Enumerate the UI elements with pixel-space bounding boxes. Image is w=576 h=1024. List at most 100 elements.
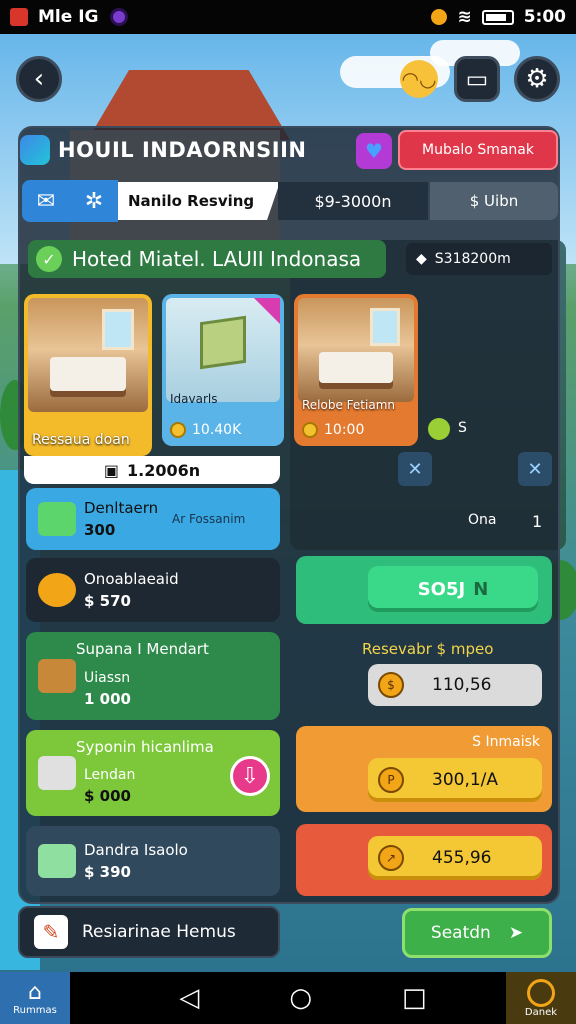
status-right: ≋ 5:00 bbox=[431, 7, 566, 27]
document-icon: ✉ bbox=[36, 188, 56, 214]
orange-value: 300,1/A bbox=[432, 770, 499, 790]
search-button[interactable]: Seatdn ➤ bbox=[402, 908, 552, 958]
hotel-section-price-value: S318200m bbox=[434, 251, 511, 267]
room-caption: Relobe Fetiamn bbox=[302, 398, 395, 412]
room-caption: Ressaua doan bbox=[32, 432, 130, 448]
promo-button[interactable]: Mubalo Smanak bbox=[398, 130, 558, 170]
coin-icon: P bbox=[378, 767, 404, 793]
reserve-value-box[interactable]: $ 110,56 bbox=[368, 664, 542, 706]
orange-label: S Inmaisk bbox=[472, 734, 540, 750]
home-nav-icon[interactable]: ○ bbox=[289, 983, 312, 1013]
orange-value-box[interactable]: P 300,1/A bbox=[368, 758, 542, 802]
arrow-right-icon: ➤ bbox=[508, 923, 524, 943]
room-price-value: 10:00 bbox=[324, 422, 365, 438]
green-action[interactable]: SO5J N bbox=[296, 556, 552, 624]
cash-icon bbox=[38, 756, 76, 790]
home-tab-label: Rummas bbox=[13, 1005, 57, 1016]
red-value: 455,96 bbox=[432, 848, 492, 868]
shield-icon: ◆ bbox=[416, 251, 427, 267]
profile-tab[interactable]: Danek bbox=[505, 972, 576, 1024]
menu-button[interactable]: ▭ bbox=[454, 56, 500, 102]
search-label: Seatdn bbox=[430, 923, 491, 943]
system-nav: ◁ ○ □ bbox=[179, 983, 426, 1013]
hotel-section-header: ✓ Hoted Miatel. LAUII Indonasa bbox=[28, 240, 386, 278]
hotel-section-title: Hoted Miatel. LAUII Indonasa bbox=[72, 247, 362, 271]
room-footer-value: 1.2006n bbox=[126, 460, 201, 480]
heart-icon: ♥ bbox=[365, 139, 383, 163]
room-card-1[interactable]: Ressaua doan bbox=[24, 294, 152, 456]
item-side: Ar Fossanim bbox=[172, 512, 246, 526]
coin-icon bbox=[170, 422, 186, 438]
profile-tab-label: Danek bbox=[524, 1006, 558, 1018]
room-caption: Idavarls bbox=[170, 392, 218, 406]
nav-bar: ⌂ Rummas ◁ ○ □ Danek bbox=[0, 972, 576, 1024]
app-badge-icon bbox=[110, 8, 129, 26]
home-tab[interactable]: ⌂ Rummas bbox=[0, 972, 70, 1024]
home-icon: ⌂ bbox=[28, 980, 42, 1005]
room-price: 10:00 bbox=[302, 422, 364, 438]
hammer-icon: ✎ bbox=[34, 915, 68, 949]
check-icon: ✓ bbox=[36, 246, 62, 272]
coin-icon: ↗ bbox=[378, 845, 404, 871]
item-value: $ 570 bbox=[84, 592, 131, 610]
red-value-box[interactable]: ↗ 455,96 bbox=[368, 836, 542, 880]
tab-active[interactable]: Nanilo Resving bbox=[118, 182, 280, 220]
tools-icon[interactable]: ✕ bbox=[398, 452, 432, 486]
coin-text: S bbox=[458, 420, 467, 436]
recents-nav-icon[interactable]: □ bbox=[402, 983, 427, 1013]
list-item-3[interactable]: Supana I Mendart Uiassn 1 000 bbox=[26, 632, 280, 720]
reserve-value: 110,56 bbox=[432, 675, 492, 695]
hotel-logo-icon bbox=[20, 135, 50, 165]
coin-icon bbox=[302, 422, 318, 438]
room-image bbox=[298, 298, 414, 402]
reserve-label: Resevabr $ mpeo bbox=[362, 640, 494, 658]
tool-count: 1 bbox=[532, 512, 543, 531]
room-card-2[interactable]: Idavarls 10.40K bbox=[162, 294, 284, 446]
status-bar: Mle IG ≋ 5:00 bbox=[0, 0, 576, 34]
compass-icon bbox=[526, 978, 555, 1007]
green-value: SO5J bbox=[417, 578, 466, 600]
status-dot-icon bbox=[428, 418, 450, 440]
tab-price[interactable]: $9-3000n bbox=[278, 182, 428, 220]
settings-button[interactable]: ⚙ bbox=[514, 56, 560, 102]
hotel-section-price: ◆ S318200m bbox=[406, 243, 552, 275]
coins-icon bbox=[38, 573, 76, 607]
coin-icon: $ bbox=[378, 672, 404, 698]
tool-value: Ona bbox=[468, 512, 497, 528]
tools-icon-2[interactable]: ✕ bbox=[518, 452, 552, 486]
wifi-icon: ≋ bbox=[457, 7, 472, 27]
room-card-3[interactable]: Relobe Fetiamn 10:00 bbox=[294, 294, 418, 446]
back-button[interactable]: ‹ bbox=[16, 56, 62, 102]
back-nav-icon[interactable]: ◁ bbox=[179, 983, 199, 1013]
back-arrow-icon: ‹ bbox=[33, 64, 45, 94]
emoji-icon[interactable]: ◠◡ bbox=[400, 60, 438, 98]
list-item-1[interactable]: Denltaern 300 Ar Fossanim bbox=[26, 488, 280, 550]
item-head: Syponin hicanlima bbox=[76, 738, 214, 756]
menu-icon: ▭ bbox=[465, 65, 489, 93]
battery-icon bbox=[481, 9, 514, 25]
coin-status-icon bbox=[431, 9, 448, 25]
money-icon bbox=[38, 502, 76, 536]
map-tools: ✕ ✕ Ona 1 bbox=[398, 452, 552, 544]
list-item-2[interactable]: Onoablaeaid $ 570 bbox=[26, 558, 280, 622]
cube-icon: ▣ bbox=[103, 460, 119, 480]
resources-button[interactable]: ✎ Resiarinae Hemus bbox=[18, 906, 280, 958]
item-title: Onoablaeaid bbox=[84, 570, 179, 588]
tab-other[interactable]: $ Uibn bbox=[430, 182, 558, 220]
orange-panel: S Inmaisk P 300,1/A bbox=[296, 726, 552, 812]
item-value: 1 000 bbox=[84, 690, 131, 708]
treasure-icon bbox=[38, 659, 76, 693]
download-button[interactable]: ⇩ bbox=[230, 756, 270, 796]
app-notification-icon bbox=[10, 8, 28, 26]
red-panel: ↗ 455,96 bbox=[296, 824, 552, 896]
item-title: Dandra Isaolo bbox=[84, 841, 188, 859]
favorite-button[interactable]: ♥ bbox=[356, 133, 392, 169]
list-item-4[interactable]: Syponin hicanlima Lendan $ 000 ⇩ bbox=[26, 730, 280, 816]
package-icon bbox=[38, 844, 76, 878]
item-head: Supana I Mendart bbox=[76, 640, 209, 658]
green-action-button[interactable]: SO5J N bbox=[368, 566, 538, 612]
list-item-5[interactable]: Dandra Isaolo $ 390 bbox=[26, 826, 280, 896]
room-image bbox=[28, 298, 148, 412]
settings-tab-icon: ✲ bbox=[84, 188, 104, 214]
tab-icons[interactable]: ✉ ✲ bbox=[22, 180, 118, 222]
